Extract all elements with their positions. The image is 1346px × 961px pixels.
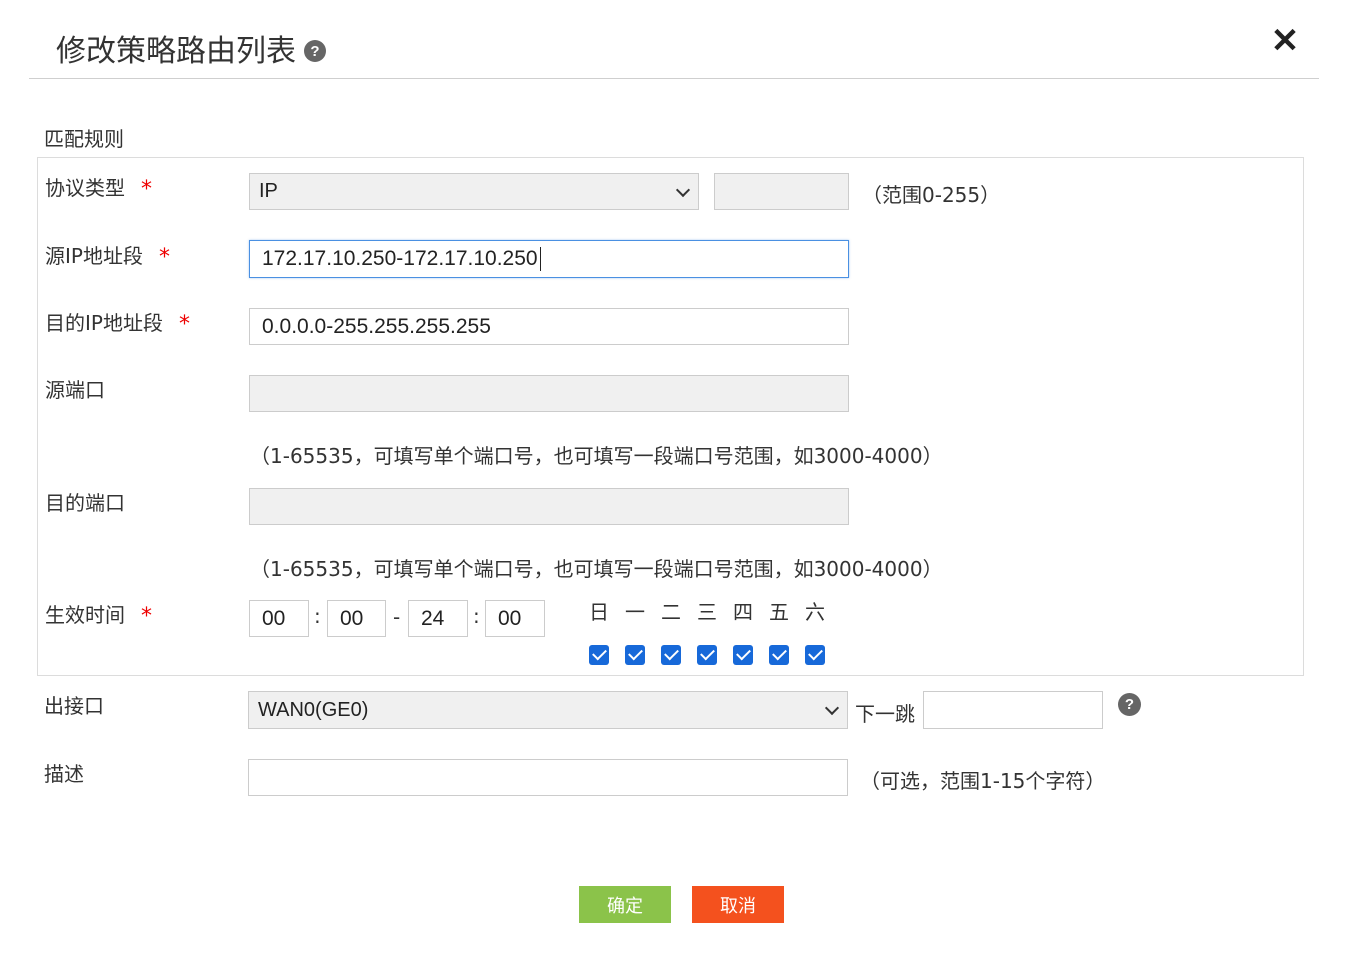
help-icon[interactable]: ?: [304, 40, 326, 62]
dst-ip-input[interactable]: 0.0.0.0-255.255.255.255: [249, 308, 849, 345]
dst-port-hint: （1-65535，可填写单个端口号，也可填写一段端口号范围，如3000-4000…: [250, 557, 943, 581]
time-colon: :: [473, 604, 480, 628]
required-mark: *: [141, 604, 152, 629]
end-hour-input[interactable]: 24: [408, 600, 468, 637]
time-dash: -: [393, 605, 401, 629]
required-mark: *: [141, 177, 152, 202]
dst-ip-label: 目的IP地址段 *: [45, 307, 190, 337]
chevron-down-icon: [824, 700, 840, 716]
text-caret: [539, 247, 541, 271]
cancel-button[interactable]: 取消: [692, 886, 784, 923]
src-ip-label: 源IP地址段 *: [45, 240, 170, 270]
checkbox-thu[interactable]: [733, 645, 753, 665]
description-label-text: 描述: [44, 762, 84, 786]
next-hop-input[interactable]: [923, 691, 1103, 729]
dst-ip-label-text: 目的IP地址段: [45, 311, 163, 335]
protocol-label-text: 协议类型: [45, 176, 125, 200]
start-minute-input[interactable]: 00: [327, 600, 386, 637]
checkbox-tue[interactable]: [661, 645, 681, 665]
day-label-fri: 五: [769, 600, 789, 624]
end-minute-input[interactable]: 00: [485, 600, 545, 637]
out-interface-select-value: WAN0(GE0): [258, 698, 369, 721]
time-colon: :: [314, 604, 321, 628]
dialog-title: 修改策略路由列表 ?: [56, 26, 326, 70]
protocol-select-value: IP: [259, 180, 278, 202]
out-interface-label: 出接口: [44, 690, 104, 719]
description-label: 描述: [44, 758, 84, 787]
checkbox-fri[interactable]: [769, 645, 789, 665]
required-mark: *: [178, 312, 190, 337]
checkbox-wed[interactable]: [697, 645, 717, 665]
checkbox-sun[interactable]: [589, 645, 609, 665]
day-label-mon: 一: [625, 600, 645, 624]
close-icon[interactable]: ✕: [1270, 24, 1300, 58]
dialog-title-text: 修改策略路由列表: [56, 34, 296, 69]
day-label-tue: 二: [661, 600, 681, 624]
effective-time-label-text: 生效时间: [45, 603, 125, 627]
protocol-label: 协议类型 *: [45, 172, 152, 202]
day-label-sun: 日: [589, 600, 609, 624]
required-mark: *: [158, 245, 170, 270]
chevron-down-icon: [675, 182, 691, 197]
confirm-button[interactable]: 确定: [579, 886, 671, 923]
description-hint: （可选，范围1-15个字符）: [860, 769, 1106, 793]
description-input[interactable]: [248, 759, 848, 796]
day-label-thu: 四: [733, 600, 753, 624]
protocol-select[interactable]: IP: [249, 173, 699, 210]
src-ip-value: 172.17.10.250-172.17.10.250: [262, 247, 538, 270]
protocol-number-input[interactable]: [714, 173, 849, 210]
day-label-sat: 六: [805, 600, 825, 624]
src-port-label: 源端口: [45, 374, 105, 403]
effective-time-label: 生效时间 *: [45, 599, 152, 629]
dst-port-label-text: 目的端口: [45, 491, 125, 515]
dst-port-label: 目的端口: [45, 487, 125, 516]
help-icon[interactable]: ?: [1118, 693, 1141, 716]
src-port-input[interactable]: [249, 375, 849, 412]
day-label-wed: 三: [697, 600, 717, 624]
out-interface-select[interactable]: WAN0(GE0): [248, 691, 848, 729]
src-port-hint: （1-65535，可填写单个端口号，也可填写一段端口号范围，如3000-4000…: [250, 444, 943, 468]
checkbox-sat[interactable]: [805, 645, 825, 665]
checkbox-mon[interactable]: [625, 645, 645, 665]
start-hour-input[interactable]: 00: [249, 600, 309, 637]
protocol-range-hint: （范围0-255）: [862, 183, 1001, 207]
section-title: 匹配规则: [44, 127, 124, 151]
out-interface-label-text: 出接口: [44, 694, 104, 718]
src-ip-input[interactable]: 172.17.10.250-172.17.10.250: [249, 240, 849, 278]
next-hop-label: 下一跳: [855, 702, 915, 726]
dst-port-input[interactable]: [249, 488, 849, 525]
title-divider: [29, 78, 1319, 79]
src-ip-label-text: 源IP地址段: [45, 244, 143, 268]
src-port-label-text: 源端口: [45, 378, 105, 402]
